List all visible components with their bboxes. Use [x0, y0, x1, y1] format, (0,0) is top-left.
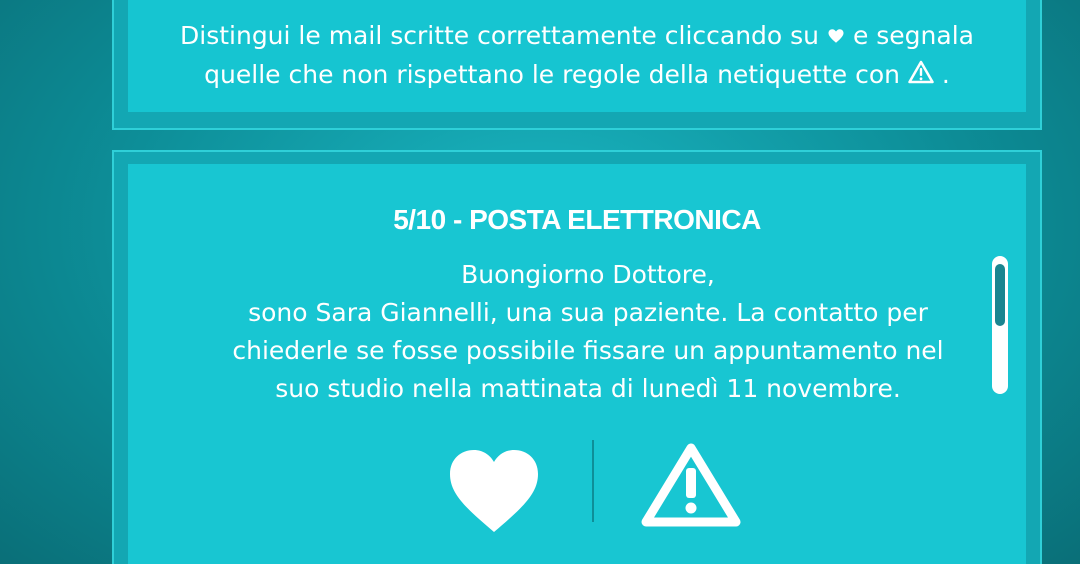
game-screen: Distingui le mail scritte correttamente … [0, 0, 1080, 564]
email-line: Buongiorno Dottore, [461, 260, 715, 289]
instruction-panel-inner: Distingui le mail scritte correttamente … [128, 0, 1026, 112]
heart-icon [827, 18, 845, 56]
email-scrollbar[interactable] [992, 256, 1008, 394]
instruction-line2-start: quelle che non rispettano le regole dell… [204, 60, 900, 89]
instruction-text: Distingui le mail scritte correttamente … [147, 17, 1007, 95]
instruction-line2-end: . [941, 60, 950, 89]
email-line: suo studio nella mattinata di lunedì 11 … [275, 374, 901, 403]
heart-icon [450, 450, 538, 532]
email-line: sono Sara Giannelli, una sua paziente. L… [248, 298, 928, 327]
email-line: chiederle se fosse possibile fissare un … [232, 336, 944, 365]
email-body: Buongiorno Dottore, sono Sara Giannelli,… [188, 256, 988, 408]
email-card-inner: 5/10 - POSTA ELETTRONICA Buongiorno Dott… [128, 164, 1026, 564]
warning-icon [908, 57, 934, 95]
card-title: 5/10 - POSTA ELETTRONICA [393, 204, 761, 235]
email-card: 5/10 - POSTA ELETTRONICA Buongiorno Dott… [112, 150, 1042, 564]
instruction-line1-end: e segnala [852, 21, 974, 50]
report-button[interactable] [640, 442, 742, 528]
scrollbar-thumb[interactable] [995, 264, 1005, 326]
like-button[interactable] [446, 446, 542, 536]
warning-triangle-icon [641, 443, 741, 527]
button-divider [592, 440, 594, 522]
instruction-line1-start: Distingui le mail scritte correttamente … [180, 21, 820, 50]
instruction-panel: Distingui le mail scritte correttamente … [112, 0, 1042, 130]
